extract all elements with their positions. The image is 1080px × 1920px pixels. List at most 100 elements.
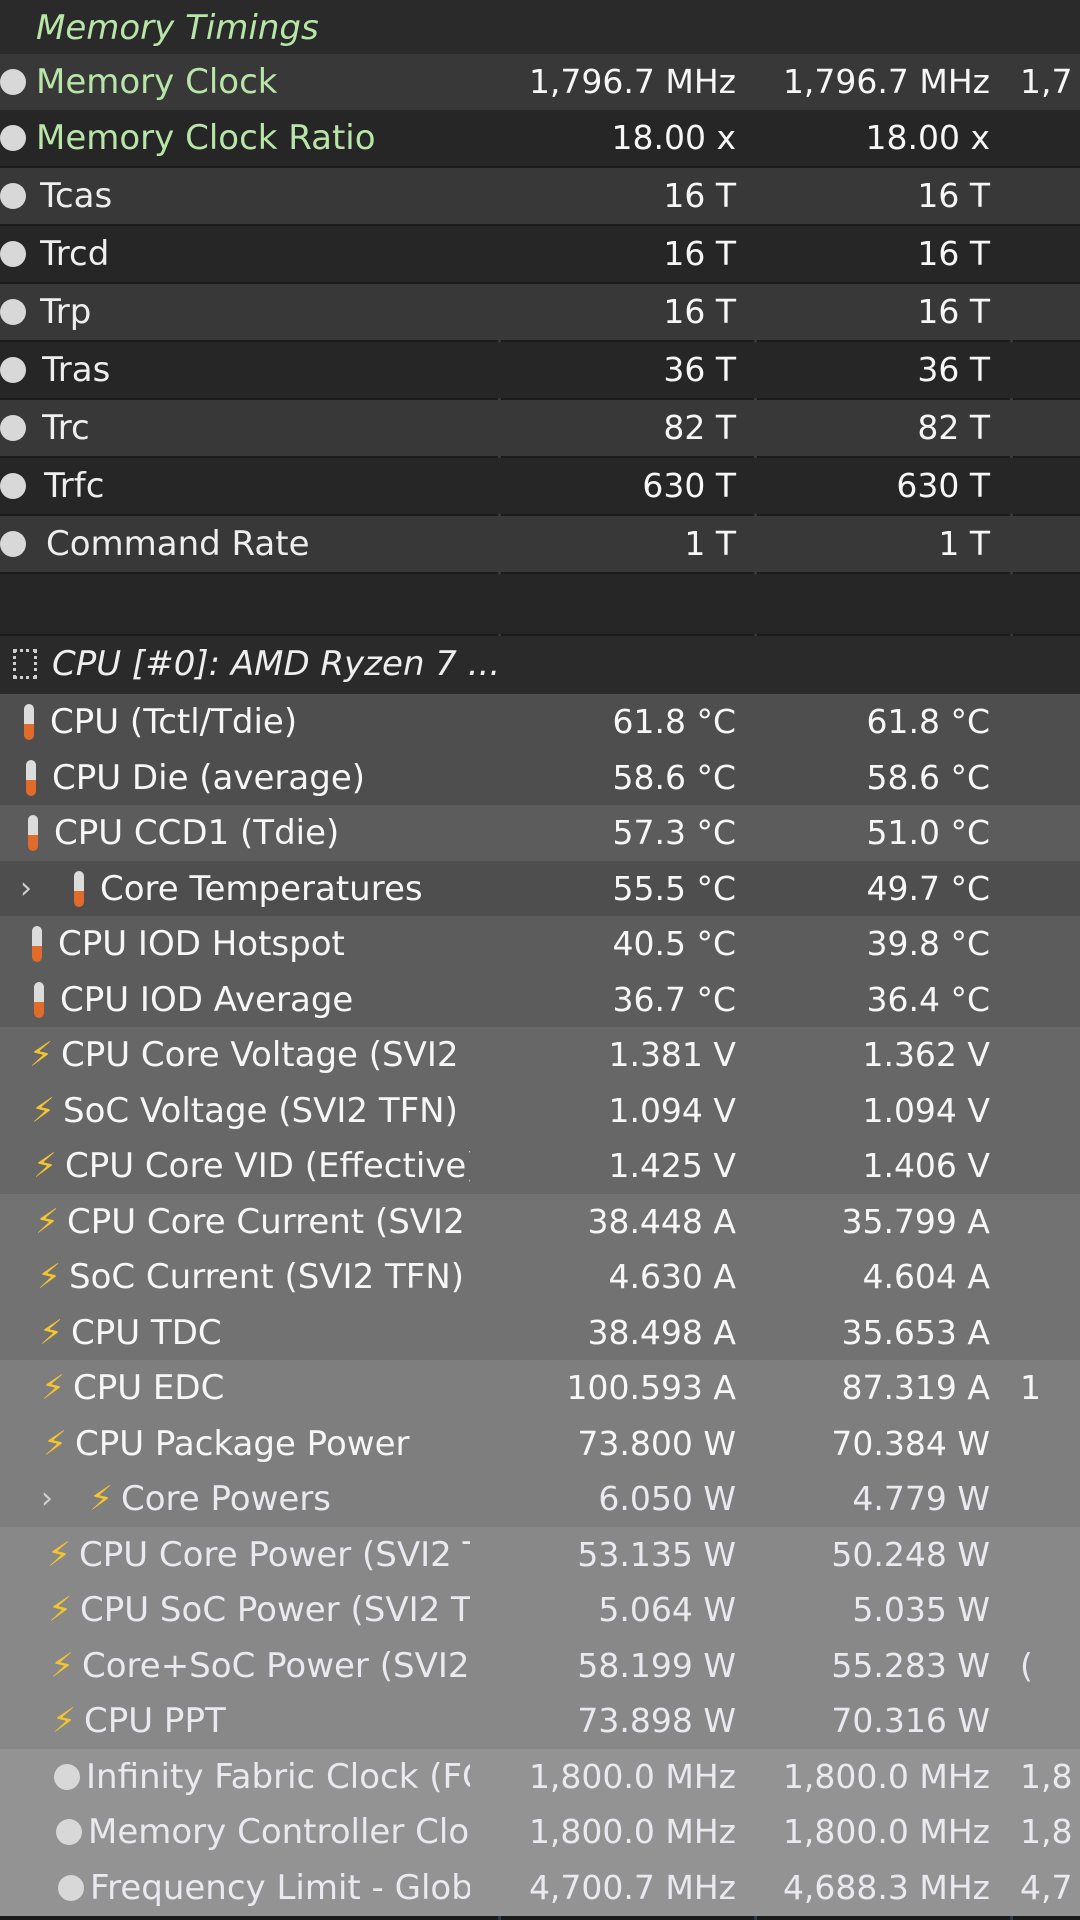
expand-chevron-icon[interactable]: ›: [16, 861, 36, 917]
sensor-value-v2: 35.653 A: [841, 1313, 990, 1352]
sensor-value-v3: [1020, 1527, 1080, 1583]
sensor-value-v2: 1.406 V: [862, 1146, 990, 1185]
sensor-row[interactable]: ⚡ CPU PPT 73.898 W 70.316 W: [0, 1693, 1080, 1749]
sensor-value-v2: 5.035 W: [852, 1590, 990, 1629]
sensor-row[interactable]: CPU IOD Hotspot 40.5 °C 39.8 °C: [0, 916, 1080, 972]
sensor-row[interactable]: CPU Die (average) 58.6 °C 58.6 °C: [0, 750, 1080, 806]
sensor-row[interactable]: Memory Controller Clock ... 1,800.0 MHz 1,…: [0, 1804, 1080, 1860]
clock-icon: [0, 110, 26, 166]
sensor-value-v1: 4,700.7 MHz: [528, 1868, 736, 1907]
sensor-row-trcd[interactable]: Trcd 16 T 16 T: [0, 226, 1080, 282]
sensor-row[interactable]: ⚡ CPU Core VID (Effective) 1.425 V 1.406 V: [0, 1138, 1080, 1194]
sensor-value-v3: [1020, 805, 1080, 861]
sensor-row-trc[interactable]: Trc 82 T 82 T: [0, 400, 1080, 456]
sensor-row-tras[interactable]: Tras 36 T 36 T: [0, 342, 1080, 398]
sensor-row[interactable]: CPU CCD1 (Tdie) 57.3 °C 51.0 °C: [0, 805, 1080, 861]
section-header-cpu[interactable]: CPU [#0]: AMD Ryzen 7 ...: [0, 636, 1080, 694]
sensor-label: SoC Current (SVI2 TFN): [69, 1257, 465, 1297]
sensor-value-v2: 49.7 °C: [866, 869, 990, 908]
sensor-value-v2: 1,800.0 MHz: [782, 1812, 990, 1851]
sensor-value-v1: 1.094 V: [608, 1091, 736, 1130]
sensor-label: CPU IOD Average: [60, 980, 354, 1020]
sensor-value-v1: 53.135 W: [577, 1535, 736, 1574]
lightning-icon: ⚡: [41, 1368, 65, 1408]
sensor-row[interactable]: Frequency Limit - Global 4,700.7 MHz 4,688…: [0, 1860, 1080, 1916]
sensor-label: CPU Core VID (Effective): [65, 1146, 470, 1186]
sensor-row[interactable]: ⚡ Core+SoC Power (SVI2 ... 58.199 W 55.283 …: [0, 1638, 1080, 1694]
sensor-value-v1: 55.5 °C: [612, 869, 736, 908]
sensor-row-trfc[interactable]: Trfc 630 T 630 T: [0, 458, 1080, 514]
sensor-panel: Memory Timings Memory Clock 1,796.7 MHz …: [0, 0, 1080, 1920]
sensor-row[interactable]: ⚡ SoC Voltage (SVI2 TFN) 1.094 V 1.094 V: [0, 1083, 1080, 1139]
sensor-row-command-rate[interactable]: Command Rate 1 T 1 T: [0, 516, 1080, 572]
sensor-row[interactable]: ⚡ SoC Current (SVI2 TFN) 4.630 A 4.604 A: [0, 1249, 1080, 1305]
thermometer-icon: [28, 972, 50, 1028]
empty-row: [0, 574, 1080, 634]
sensor-row[interactable]: CPU IOD Average 36.7 °C 36.4 °C: [0, 972, 1080, 1028]
sensor-value-v1: 40.5 °C: [612, 924, 736, 963]
clock-icon: [0, 226, 26, 282]
cpu-chip-icon: [10, 636, 40, 692]
sensor-label: Infinity Fabric Clock (FCLK): [86, 1757, 470, 1797]
sensor-value-v3: [1020, 1582, 1080, 1638]
sensor-row-memory-clock[interactable]: Memory Clock 1,796.7 MHz 1,796.7 MHz 1,7: [0, 54, 1080, 110]
thermometer-icon: [68, 861, 90, 917]
sensor-row[interactable]: CPU (Tctl/Tdie) 61.8 °C 61.8 °C: [0, 694, 1080, 750]
sensor-value-v3: [1020, 1305, 1080, 1361]
sensor-row[interactable]: Infinity Fabric Clock (FCLK) 1,800.0 MHz 1…: [0, 1749, 1080, 1805]
sensor-row[interactable]: ⚡ CPU TDC 38.498 A 35.653 A: [0, 1305, 1080, 1361]
clock-icon: [54, 1749, 80, 1805]
sensor-row-trp[interactable]: Trp 16 T 16 T: [0, 284, 1080, 340]
sensor-value-v3: [1020, 1027, 1080, 1083]
lightning-icon: ⚡: [43, 1424, 67, 1464]
sensor-value-v2: 70.316 W: [831, 1701, 990, 1740]
sensor-value-v1: 73.898 W: [577, 1701, 736, 1740]
lightning-icon: ⚡: [31, 1091, 55, 1131]
sensor-row-memory-clock-ratio[interactable]: Memory Clock Ratio 18.00 x 18.00 x: [0, 110, 1080, 166]
sensor-value-v3: [1020, 972, 1080, 1028]
sensor-row-tcas[interactable]: Tcas 16 T 16 T: [0, 168, 1080, 224]
sensor-value-v2: 51.0 °C: [866, 813, 990, 852]
sensor-label: CPU TDC: [71, 1313, 222, 1353]
sensor-row[interactable]: ⚡ CPU EDC 100.593 A 87.319 A 1: [0, 1360, 1080, 1416]
sensor-row[interactable]: › ⚡ Core Powers 6.050 W 4.779 W: [0, 1471, 1080, 1527]
sensor-label: CPU Core Power (SVI2 T...: [79, 1535, 470, 1575]
lightning-icon: ⚡: [37, 1257, 61, 1297]
sensor-value-v3: [1020, 1138, 1080, 1194]
sensor-value-v2: 87.319 A: [841, 1368, 990, 1407]
sensor-value-v1: 1.381 V: [608, 1035, 736, 1074]
sensor-row[interactable]: › Core Temperatures 55.5 °C 49.7 °C: [0, 861, 1080, 917]
sensor-row[interactable]: ⚡ CPU Package Power 73.800 W 70.384 W: [0, 1416, 1080, 1472]
sensor-label: CPU SoC Power (SVI2 TFN): [80, 1590, 470, 1630]
sensor-value-v3: [1020, 694, 1080, 750]
sensor-value-v2: 4,688.3 MHz: [782, 1868, 990, 1907]
sensor-value-v2: 4.779 W: [852, 1479, 990, 1518]
sensor-row[interactable]: ⚡ CPU Core Power (SVI2 T... 53.135 W 50.248…: [0, 1527, 1080, 1583]
lightning-icon: ⚡: [89, 1479, 113, 1519]
sensor-value-v1: 1,800.0 MHz: [528, 1757, 736, 1796]
thermometer-icon: [22, 805, 44, 861]
lightning-icon: ⚡: [48, 1590, 72, 1630]
sensor-label: Frequency Limit - Global: [90, 1868, 470, 1908]
sensor-value-v2: 61.8 °C: [866, 702, 990, 741]
sensor-label: CPU Die (average): [52, 758, 366, 798]
lightning-icon: ⚡: [29, 1035, 53, 1075]
lightning-icon: ⚡: [47, 1535, 71, 1575]
sensor-value-v3: [1020, 750, 1080, 806]
sensor-label: CPU Core Voltage (SVI2 ...: [61, 1035, 470, 1075]
sensor-label: SoC Voltage (SVI2 TFN): [63, 1091, 458, 1131]
lightning-icon: ⚡: [52, 1701, 76, 1741]
sensor-value-v3: [1020, 1416, 1080, 1472]
sensor-value-v1: 5.064 W: [598, 1590, 736, 1629]
sensor-label: CPU CCD1 (Tdie): [54, 813, 340, 853]
clock-icon: [58, 1860, 84, 1916]
section-header-memory-timings[interactable]: Memory Timings: [0, 0, 1080, 56]
section-title: CPU [#0]: AMD Ryzen 7 ...: [52, 644, 501, 684]
sensor-value-v1: 36.7 °C: [612, 980, 736, 1019]
sensor-value-v2: 35.799 A: [841, 1202, 990, 1241]
expand-chevron-icon[interactable]: ›: [37, 1471, 57, 1527]
sensor-value-v3: 1,8: [1020, 1812, 1073, 1851]
sensor-row[interactable]: ⚡CPU SoC Power (SVI2 TFN) 5.064 W 5.035 W: [0, 1582, 1080, 1638]
sensor-row[interactable]: ⚡ CPU Core Current (SVI2 ... 38.448 A 35.79…: [0, 1194, 1080, 1250]
sensor-row[interactable]: ⚡ CPU Core Voltage (SVI2 ... 1.381 V 1.362 …: [0, 1027, 1080, 1083]
